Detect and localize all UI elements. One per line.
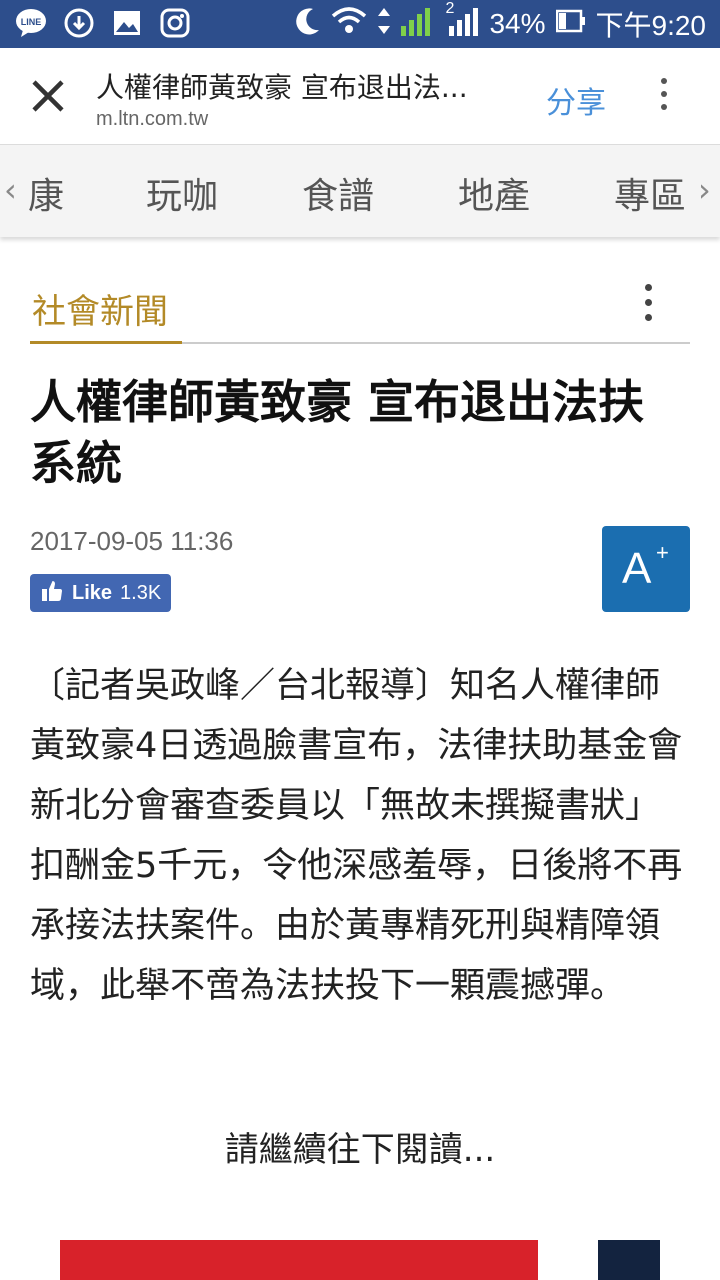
font-size-plus: + — [656, 540, 669, 565]
advertisement-banner[interactable] — [60, 1240, 660, 1280]
like-label: Like — [72, 581, 113, 604]
battery-icon — [555, 8, 586, 41]
battery-percent: 34% — [489, 8, 546, 39]
signal-1-icon — [401, 6, 435, 43]
clock: 下午9:20 — [595, 10, 707, 41]
thumbs-up-icon — [40, 579, 64, 608]
font-size-button[interactable]: A + — [602, 526, 690, 612]
browser-app-bar: 人權律師黃致豪 宣布退出法... m.ltn.com.tw 分享 — [0, 48, 720, 145]
article-date: 2017-09-05 11:36 — [30, 526, 234, 556]
chevron-right-icon[interactable]: › — [698, 171, 711, 209]
close-icon[interactable] — [26, 74, 70, 118]
category-item[interactable]: 專區 — [614, 167, 686, 219]
article-body: 〔記者吳政峰／台北報導〕知名人權律師黃致豪4日透過臉書宣布，法律扶助基金會新北分… — [30, 666, 683, 1006]
status-bar: LINE 2 34% 下午9:20 — [0, 0, 720, 48]
gallery-icon — [110, 6, 144, 40]
category-item[interactable]: 玩咖 — [146, 167, 218, 219]
svg-text:LINE: LINE — [21, 17, 42, 27]
category-item[interactable]: 地產 — [458, 167, 530, 219]
category-item[interactable]: 康 — [28, 167, 64, 219]
more-options-icon[interactable] — [654, 78, 674, 118]
moon-icon — [293, 6, 321, 43]
chevron-left-icon[interactable]: ‹ — [4, 171, 17, 209]
like-count: 1.3K — [120, 581, 162, 604]
category-item[interactable]: 食譜 — [302, 167, 374, 219]
ad-image — [60, 1240, 538, 1280]
download-icon — [62, 6, 96, 40]
category-nav: ‹ 康 玩咖 食譜 地產 專區 › — [0, 145, 720, 237]
facebook-like-button[interactable]: Like 1.3K — [30, 574, 172, 612]
font-size-label: A — [622, 544, 652, 593]
section-more-icon[interactable] — [640, 284, 656, 329]
instagram-icon — [158, 6, 192, 40]
page-url: m.ltn.com.tw — [96, 108, 209, 130]
ad-logo — [538, 1240, 598, 1280]
section-underline — [30, 341, 182, 344]
data-transfer-icon — [377, 6, 391, 43]
section-label[interactable]: 社會新聞 — [32, 284, 168, 333]
line-app-icon: LINE — [14, 6, 48, 40]
signal-2-icon: 2 — [445, 0, 479, 43]
continue-reading[interactable]: 請繼續往下閱讀... — [0, 1122, 720, 1171]
share-button[interactable]: 分享 — [546, 78, 606, 122]
sim-slot-label: 2 — [445, 0, 455, 17]
wifi-icon — [331, 6, 367, 43]
page-title: 人權律師黃致豪 宣布退出法... — [96, 71, 468, 104]
ad-brand-logo — [598, 1240, 660, 1280]
article-headline: 人權律師黃致豪 宣布退出法扶系統 — [30, 375, 645, 490]
